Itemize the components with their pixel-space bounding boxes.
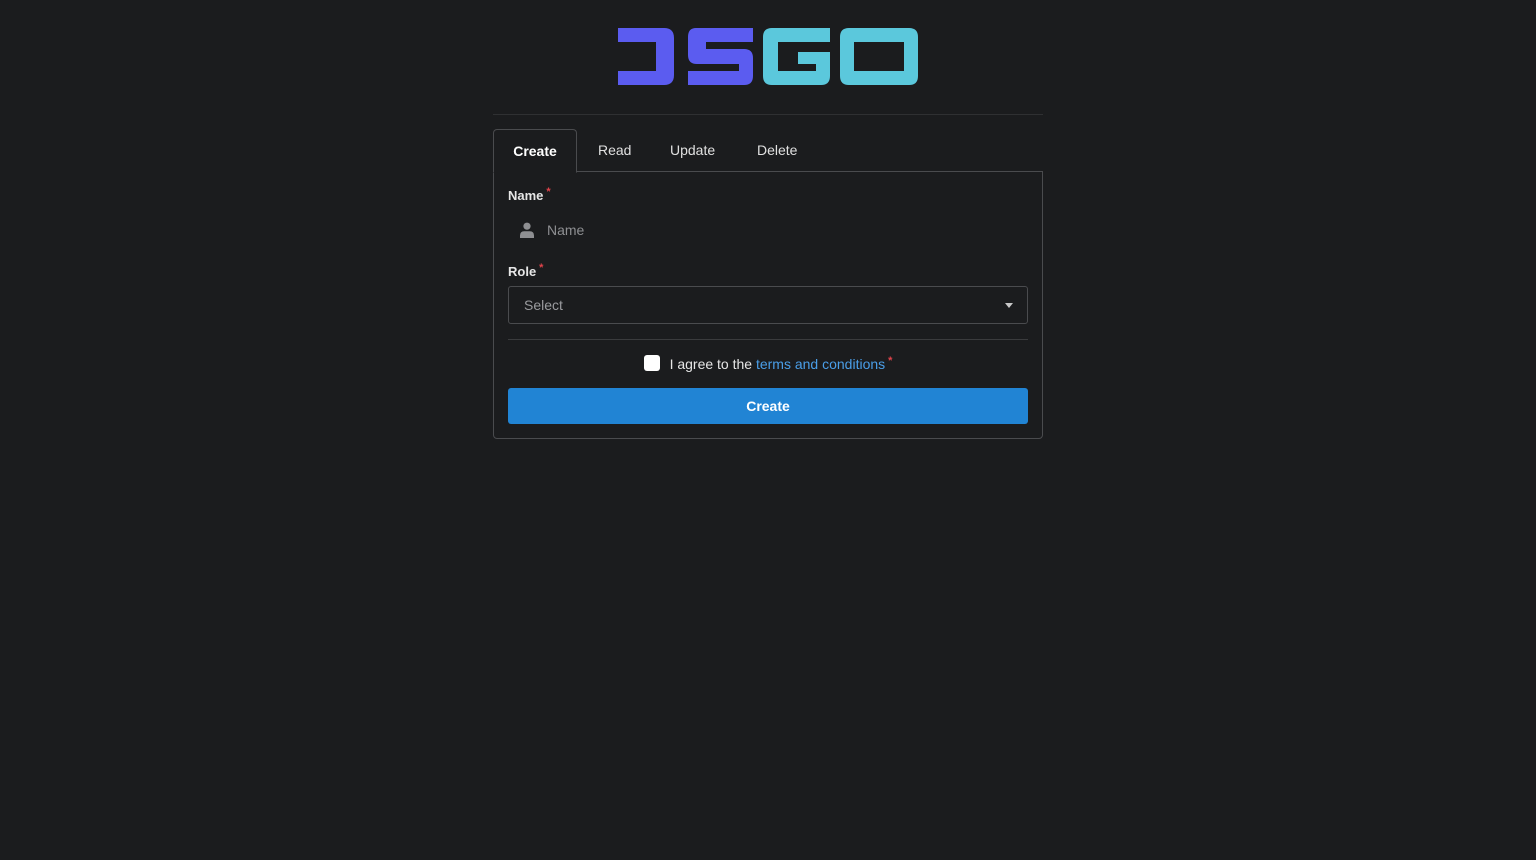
required-mark: * [539, 262, 544, 274]
name-label: Name * [508, 186, 551, 203]
tab-update[interactable]: Update [670, 129, 715, 171]
agree-text: I agree to the [669, 356, 756, 372]
terms-link[interactable]: terms and conditions [756, 356, 885, 372]
role-label: Role * [508, 262, 544, 279]
create-form-panel: Name* Role* Select I agree to the terms … [493, 171, 1043, 439]
name-input[interactable] [508, 212, 1028, 248]
name-field-wrapper [508, 212, 1028, 248]
tab-read[interactable]: Read [598, 129, 631, 171]
role-select-value: Select [524, 297, 563, 313]
form-divider [508, 339, 1028, 340]
required-mark: * [888, 355, 893, 367]
role-select[interactable]: Select [508, 286, 1028, 324]
crud-tabs: Create Read Update Delete [493, 129, 1043, 173]
user-icon [520, 222, 534, 238]
caret-down-icon [1005, 303, 1013, 308]
terms-checkbox[interactable] [643, 355, 660, 371]
header-divider [493, 114, 1043, 115]
tab-create[interactable]: Create [493, 129, 577, 173]
required-mark: * [546, 186, 551, 198]
create-button[interactable]: Create [508, 388, 1028, 424]
dsgo-logo [618, 28, 918, 85]
tab-delete[interactable]: Delete [757, 129, 797, 171]
terms-agreement-row: I agree to the terms and conditions * [494, 355, 1042, 375]
